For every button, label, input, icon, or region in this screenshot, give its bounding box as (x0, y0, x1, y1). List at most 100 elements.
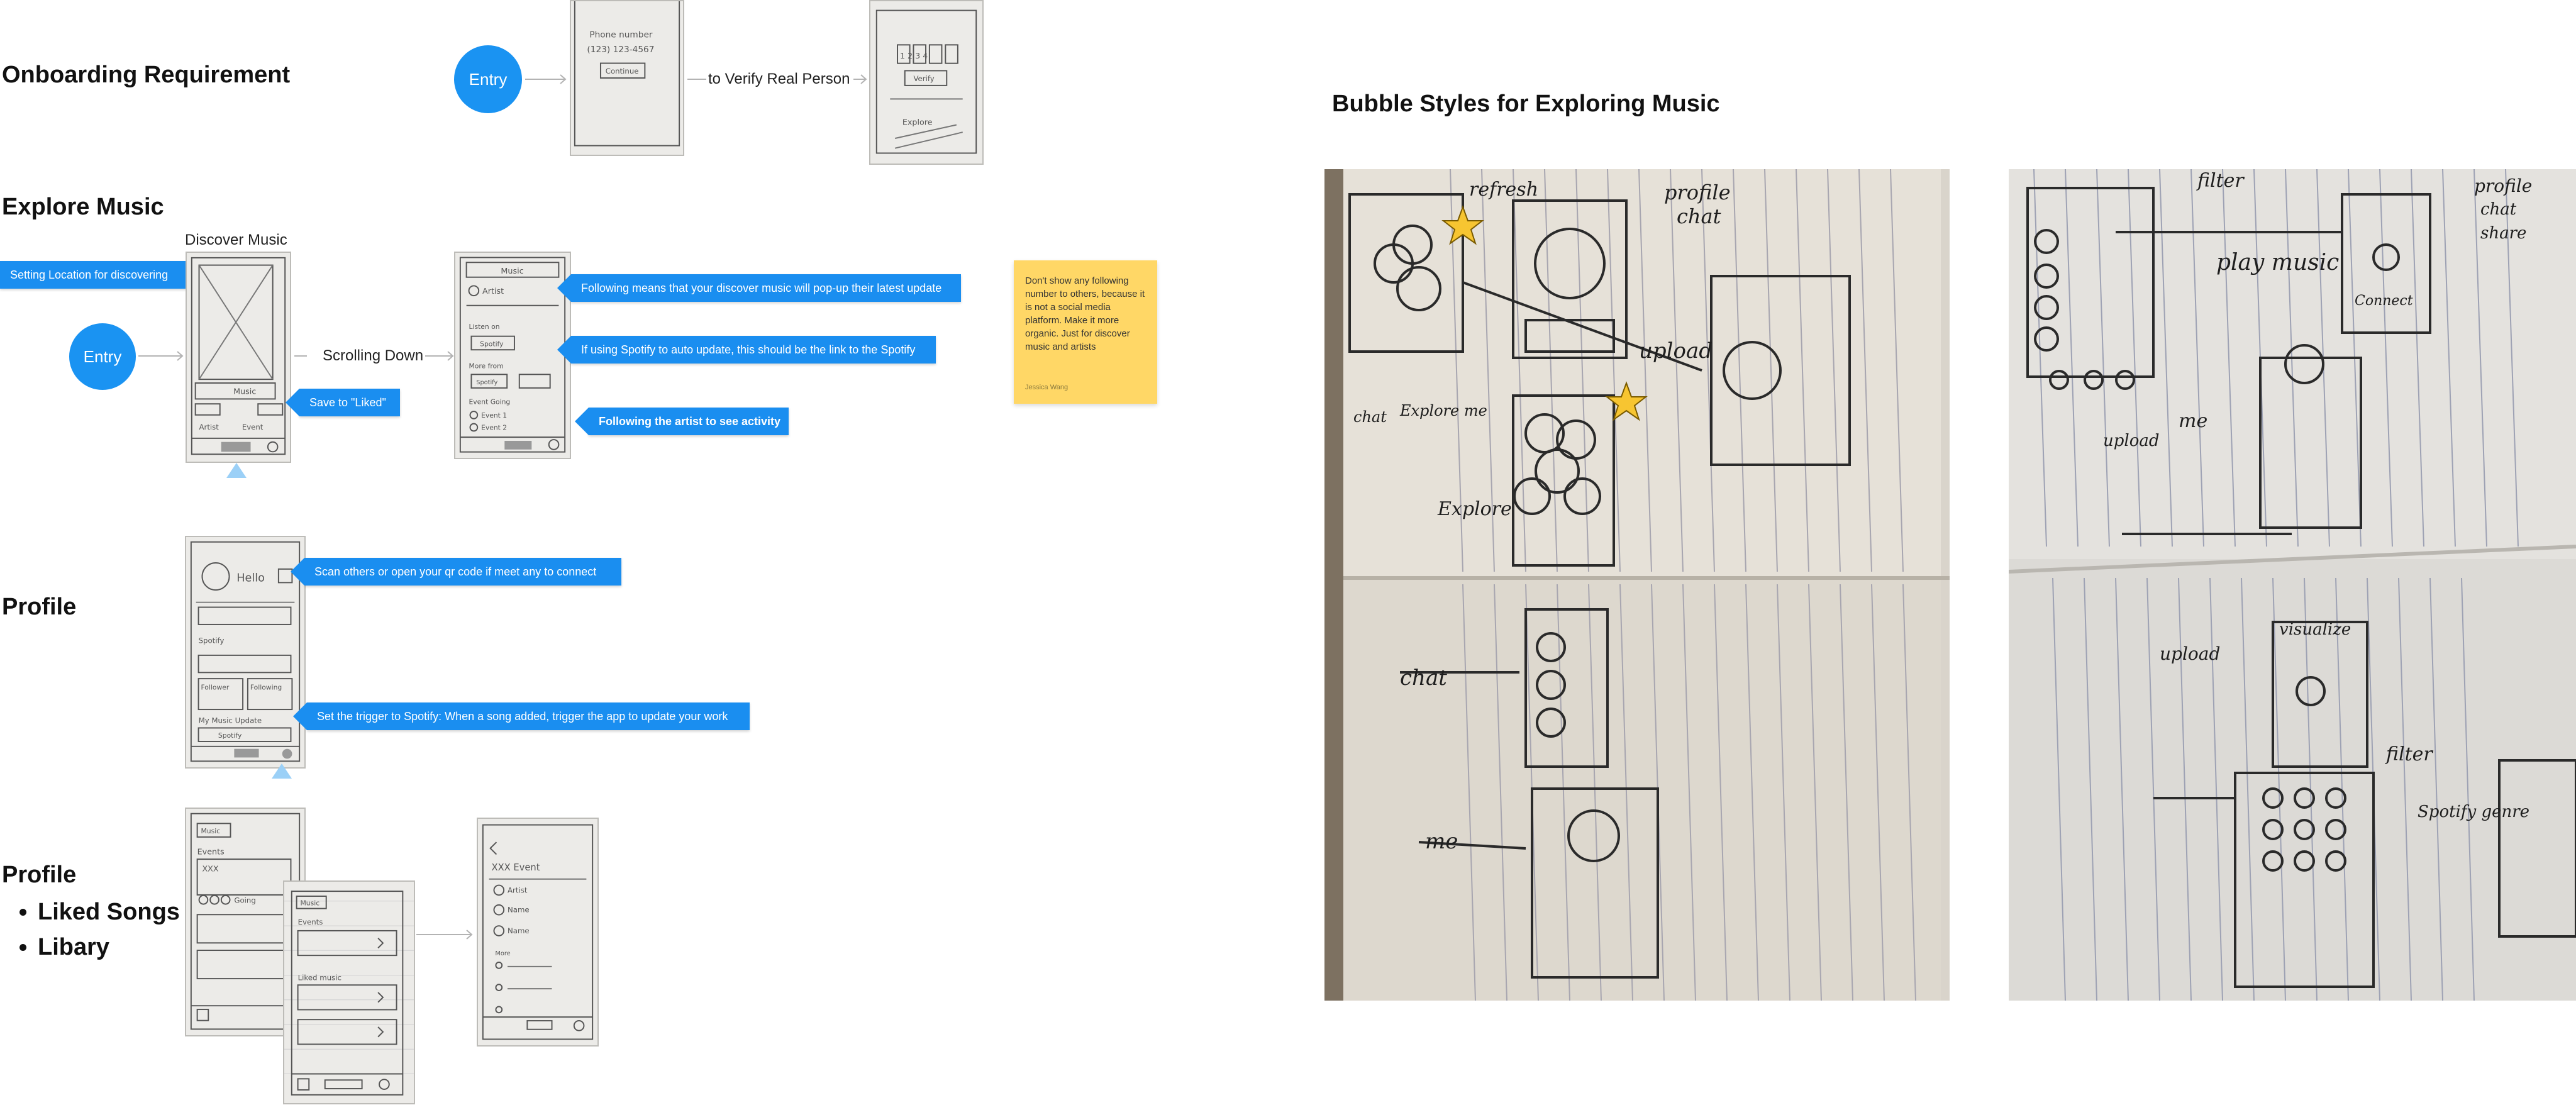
sketch-text: Continue (606, 67, 639, 75)
sketch-text: Music (301, 899, 320, 908)
sketch-event-detail-screen[interactable]: XXX Event Artist Name Name More (477, 818, 599, 1047)
sketch-text: Music (501, 266, 523, 275)
sketch-text: Spotify (199, 636, 225, 645)
sketch-profile-screen[interactable]: Hello Spotify Follower Following My Musi… (185, 536, 306, 769)
callout-follow-artist[interactable]: Following the artist to see activity (589, 408, 789, 435)
list-item-liked-songs: Liked Songs (38, 894, 180, 930)
verify-label: to Verify Real Person (708, 70, 850, 87)
callout-save-liked[interactable]: Save to "Liked" (299, 389, 400, 416)
scrolling-down-label: Scrolling Down (323, 347, 424, 364)
sketch-note: Spotify genre (2418, 802, 2529, 821)
sketch-text: Follower (201, 684, 230, 692)
screen-marker (272, 764, 292, 779)
profile-list: Liked Songs Libary (3, 894, 180, 965)
sketch-text: Music (233, 387, 256, 396)
notebook-sketch-drawing: refresh profile chat upload chat Explore… (1324, 169, 1950, 1001)
arrow-connector (416, 930, 473, 940)
sketch-drawing: Phone number (123) 123-4567 Continue (574, 1, 680, 147)
sketch-text: Event Going (469, 397, 511, 406)
sketch-text: Artist (199, 423, 219, 431)
sketch-text: Verify (913, 74, 934, 83)
sticky-note-body: Don't show any following number to other… (1025, 275, 1145, 352)
sketch-drawing: Music Events Liked music (284, 891, 414, 1096)
sketch-note: chat (2480, 200, 2517, 219)
sketch-note: chat (1353, 408, 1387, 426)
sketch-drawing: XXX Event Artist Name Name More (482, 824, 594, 1040)
sketch-text: Listen on (469, 323, 500, 331)
sticky-note[interactable]: Don't show any following number to other… (1014, 260, 1157, 404)
sketch-note: me (2179, 410, 2207, 432)
sketch-note: profile (1664, 180, 1731, 204)
notebook-photo-right[interactable]: filter profile chat share play music Con… (2009, 169, 2576, 1001)
sketch-note: Explore me (1399, 402, 1487, 419)
section-title-profile: Profile (2, 594, 77, 620)
sketch-note: upload (2103, 431, 2160, 450)
sketch-note: upload (2160, 643, 2220, 664)
sketch-note: chat (1400, 665, 1447, 691)
arrow-connector (138, 351, 184, 361)
sketch-text: Spotify (218, 731, 242, 740)
sketch-text: Event 2 (481, 423, 507, 431)
sketch-text: Events (197, 847, 225, 856)
sketch-text: XXX (202, 864, 218, 874)
sketch-note: play music (2216, 250, 2339, 275)
sketch-verify-code-screen[interactable]: 1 2 3 4 Verify Explore (869, 0, 984, 165)
arrow-connector (853, 74, 867, 84)
notebook-sketch-drawing: filter profile chat share play music Con… (2009, 169, 2576, 1001)
section-title-explore: Explore Music (2, 194, 164, 220)
sketch-liked-music-screen[interactable]: Music Events Liked music (283, 880, 415, 1104)
sketch-note: filter (2385, 743, 2433, 765)
sketch-text: XXX Event (492, 862, 540, 873)
sketch-text: Events (298, 918, 323, 926)
sketch-text: More (495, 950, 510, 957)
sketch-drawing: Music Artist Listen on Spotify More from… (459, 257, 566, 453)
sketch-text: My Music Update (199, 716, 262, 725)
sketch-note: profile (2474, 175, 2532, 196)
screen-marker (226, 463, 247, 478)
sketch-drawing: Hello Spotify Follower Following My Musi… (190, 541, 301, 762)
callout-spotify-trigger[interactable]: Set the trigger to Spotify: When a song … (307, 702, 750, 730)
callout-scan-qr[interactable]: Scan others or open your qr code if meet… (304, 558, 621, 586)
sketch-text: Spotify (476, 379, 497, 386)
sketch-text: Going (234, 896, 255, 905)
explore-entry-node[interactable]: Entry (69, 323, 136, 390)
sketch-note: me (1425, 829, 1458, 854)
sketch-note: Explore (1437, 498, 1512, 520)
sketch-text: Event 1 (481, 411, 507, 419)
section-title-onboarding: Onboarding Requirement (2, 62, 291, 88)
sketch-note: filter (2196, 170, 2245, 192)
sketch-text: (123) 123-4567 (587, 45, 654, 55)
callout-following[interactable]: Following means that your discover music… (571, 274, 961, 302)
section-title-bubble-styles: Bubble Styles for Exploring Music (1332, 91, 1720, 117)
list-item-libary: Libary (38, 930, 180, 965)
arrow-connector (425, 351, 454, 361)
sketch-drawing: Music Artist Event (191, 257, 286, 455)
sketch-text: Following (250, 684, 282, 692)
sketch-note: refresh (1469, 179, 1538, 201)
discover-music-label: Discover Music (185, 231, 287, 248)
onboarding-entry-node[interactable]: Entry (454, 45, 522, 113)
sketch-note: share (2480, 224, 2526, 243)
sketch-note: chat (1677, 204, 1721, 228)
callout-spotify-link[interactable]: If using Spotify to auto update, this sh… (571, 336, 936, 364)
sketch-text: Spotify (480, 340, 504, 348)
arrow-connector (525, 74, 567, 84)
notebook-photo-left[interactable]: refresh profile chat upload chat Explore… (1324, 169, 1950, 1001)
sketch-drawing: 1 2 3 4 Verify Explore (875, 9, 977, 154)
sketch-text: Event (242, 423, 264, 431)
sketch-discover-music-screen[interactable]: Music Artist Event (186, 252, 291, 463)
sketch-text: Liked music (298, 973, 341, 982)
sketch-text: Name (508, 906, 530, 914)
sticky-note-author: Jessica Wang (1025, 384, 1069, 391)
sketch-scroll-screen[interactable]: Music Artist Listen on Spotify More from… (454, 252, 571, 459)
sketch-note: Connect (2355, 293, 2413, 309)
sketch-text: Artist (508, 886, 528, 894)
sketch-phone-number-screen[interactable]: Phone number (123) 123-4567 Continue (570, 0, 684, 156)
sketch-text: More from (469, 362, 504, 370)
sketch-text: Artist (482, 286, 504, 296)
sketch-note: visualize (2279, 620, 2351, 639)
arrow-connector (294, 355, 307, 357)
sketch-text: Phone number (589, 30, 653, 40)
callout-location[interactable]: Setting Location for discovering (0, 261, 192, 289)
sketch-text: Hello (236, 572, 265, 584)
